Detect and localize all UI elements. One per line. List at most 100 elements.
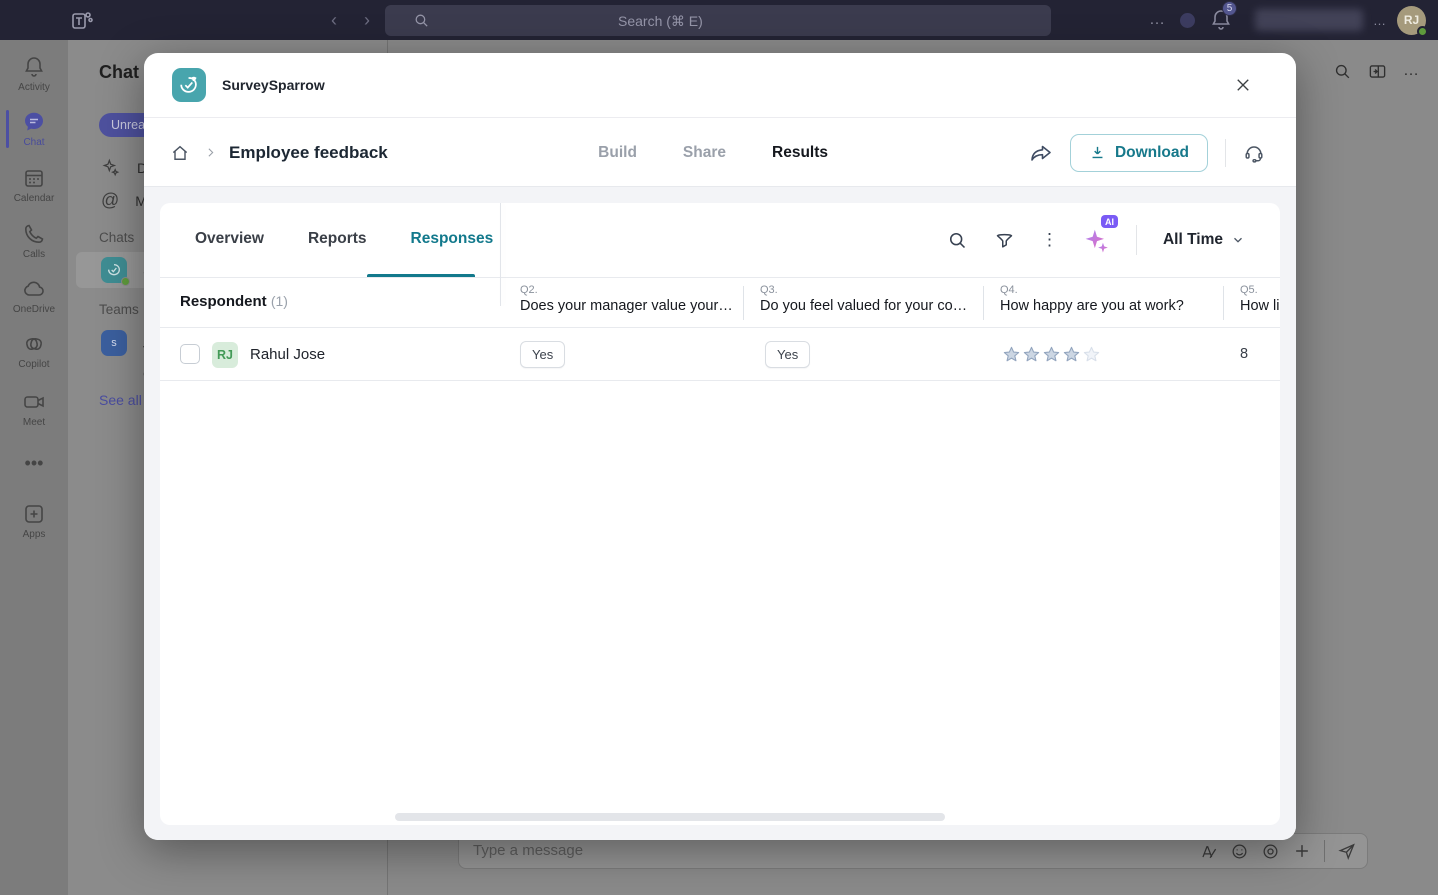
question-number: Q5. [1240, 284, 1280, 296]
tab-responses[interactable]: Responses [411, 230, 494, 250]
time-filter-dropdown[interactable]: All Time [1163, 231, 1245, 249]
account-more-icon[interactable]: … [1373, 13, 1387, 28]
search-icon[interactable] [1333, 62, 1352, 81]
cloud-icon [22, 277, 46, 301]
rail-label: Calendar [0, 193, 68, 204]
nav-build[interactable]: Build [598, 144, 637, 162]
filter-funnel-icon[interactable] [994, 230, 1015, 251]
time-filter-value: All Time [1163, 231, 1223, 249]
column-divider [983, 286, 984, 320]
ai-insights-icon[interactable]: AI [1084, 227, 1110, 253]
frozen-column-divider [500, 203, 501, 306]
notification-count-badge: 5 [1222, 1, 1237, 16]
redacted-account-name [1255, 9, 1363, 31]
format-icon[interactable] [1199, 842, 1218, 861]
sidebar-item-meet[interactable]: Meet [0, 390, 68, 428]
row-checkbox[interactable] [180, 344, 200, 364]
see-all-link[interactable]: See all [99, 392, 142, 408]
calendar-icon [22, 166, 46, 190]
sidebar-item-more[interactable]: ••• [0, 454, 68, 481]
back-chevron-icon[interactable]: ‹ [323, 9, 345, 31]
chevron-down-icon [1231, 233, 1245, 247]
modal-app-title: SurveySparrow [222, 77, 1234, 93]
sidebar-item-chat[interactable]: Chat [0, 110, 68, 148]
respondent-label: Respondent [180, 293, 267, 310]
section-teams[interactable]: Teams [99, 302, 139, 317]
column-divider [1223, 286, 1224, 320]
plus-square-icon [22, 502, 46, 526]
home-icon[interactable] [170, 143, 190, 163]
download-button[interactable]: Download [1070, 134, 1208, 172]
discover-item[interactable]: Di [101, 158, 150, 178]
send-icon[interactable] [1337, 841, 1357, 861]
conversation-more-icon[interactable]: … [1403, 62, 1420, 81]
surveysparrow-modal: SurveySparrow Employee feedback Build Sh… [144, 53, 1296, 840]
modal-header: SurveySparrow [144, 53, 1296, 118]
mentions-item[interactable]: @ M [101, 190, 147, 211]
teams-search-input[interactable] [618, 13, 818, 29]
presence-check-icon [121, 277, 130, 286]
loop-icon[interactable] [1261, 842, 1280, 861]
sidebar-item-calls[interactable]: Calls [0, 222, 68, 260]
avatar-initials: RJ [1404, 13, 1419, 27]
surveysparrow-logo-icon [172, 68, 206, 102]
rail-label: Apps [0, 529, 68, 540]
respondent-avatar: RJ [212, 342, 238, 368]
respondent-column-header: Respondent (1) [180, 293, 288, 310]
section-chats[interactable]: Chats [99, 230, 134, 245]
star-icon [1022, 345, 1041, 364]
open-in-pane-icon[interactable] [1368, 62, 1387, 81]
search-icon [413, 12, 430, 29]
app-rail: Activity Chat Calendar Calls OneDrive [0, 40, 68, 895]
survey-toolbar: Employee feedback Build Share Results Do… [144, 119, 1296, 186]
sidebar-item-copilot[interactable]: Copilot [0, 332, 68, 370]
star-icon [1082, 345, 1101, 364]
team-avatar: s [101, 330, 127, 356]
share-forward-icon[interactable] [1029, 141, 1053, 165]
column-header-q5: Q5. How li [1220, 278, 1280, 328]
toolbar-divider [1225, 139, 1226, 167]
question-number: Q4. [1000, 284, 1220, 296]
active-tab-underline [367, 274, 475, 277]
sidebar-item-activity[interactable]: Activity [0, 55, 68, 93]
compose-divider [1324, 840, 1325, 862]
teams-search-box[interactable] [385, 5, 1051, 36]
tab-overview[interactable]: Overview [195, 230, 264, 250]
user-avatar[interactable]: RJ [1397, 6, 1426, 35]
breadcrumb-chevron-icon [204, 146, 217, 159]
message-input[interactable] [473, 842, 1073, 859]
question-number: Q3. [760, 284, 980, 296]
rail-label: Meet [0, 417, 68, 428]
column-header-q2: Q2. Does your manager value your… [500, 278, 740, 328]
responses-table-header: Respondent (1) Q2. Does your manager val… [160, 278, 1280, 328]
copilot-icon [22, 332, 46, 356]
at-mention-icon: @ [101, 190, 119, 211]
notifications-bell-icon[interactable]: 5 [1209, 8, 1233, 32]
survey-title: Employee feedback [229, 143, 388, 163]
emoji-icon[interactable] [1230, 842, 1249, 861]
question-text: Does your manager value your… [520, 298, 740, 314]
active-indicator [6, 110, 9, 148]
tab-reports[interactable]: Reports [308, 230, 367, 250]
star-rating [1002, 345, 1101, 364]
search-icon[interactable] [947, 230, 968, 251]
nav-results[interactable]: Results [772, 144, 828, 162]
bell-icon [22, 55, 46, 79]
sidebar-item-calendar[interactable]: Calendar [0, 166, 68, 204]
rail-label: OneDrive [0, 304, 68, 315]
sidebar-item-apps[interactable]: Apps [0, 502, 68, 540]
attach-plus-icon[interactable] [1292, 841, 1312, 861]
column-divider [743, 286, 744, 320]
answer-number-q5: 8 [1240, 346, 1248, 362]
forward-chevron-icon[interactable]: › [356, 9, 378, 31]
table-row[interactable]: RJ Rahul Jose Yes Yes 8 [160, 328, 1280, 381]
respondent-count: (1) [271, 293, 288, 309]
topbar-more-icon[interactable]: … [1149, 11, 1166, 29]
close-icon[interactable] [1234, 76, 1252, 94]
sidebar-item-onedrive[interactable]: OneDrive [0, 277, 68, 315]
horizontal-scrollbar-thumb[interactable] [395, 813, 945, 821]
more-options-icon[interactable]: ⋮ [1041, 230, 1058, 250]
nav-share[interactable]: Share [683, 144, 726, 162]
headset-support-icon[interactable] [1243, 142, 1265, 164]
results-body: Overview Reports Responses ⋮ [144, 186, 1296, 840]
